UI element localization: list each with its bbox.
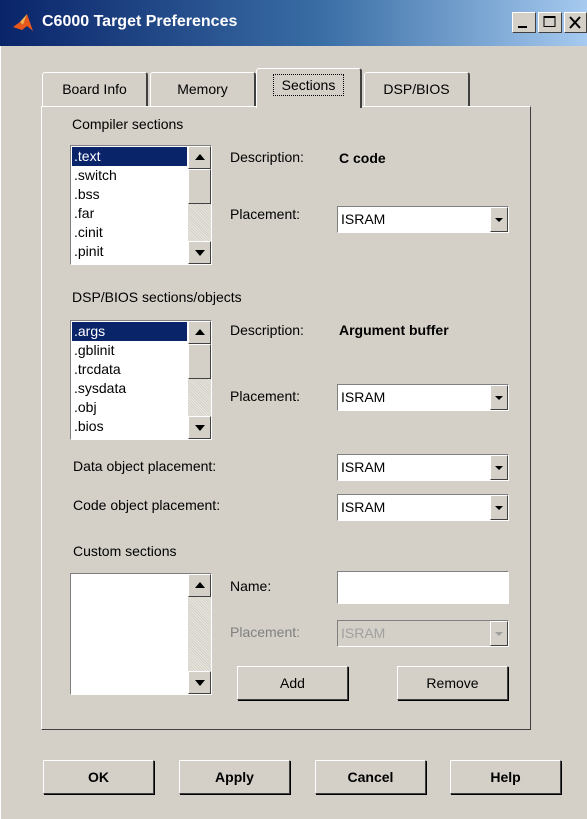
- window-title: C6000 Target Preferences: [42, 13, 238, 30]
- close-button[interactable]: [564, 12, 587, 33]
- minimize-button[interactable]: [512, 12, 536, 33]
- ok-button[interactable]: OK: [43, 760, 154, 794]
- window-frame: [0, 46, 4, 819]
- maximize-icon: [543, 16, 556, 27]
- ok-button-label: OK: [88, 769, 109, 785]
- maximize-button[interactable]: [538, 12, 562, 33]
- help-button[interactable]: Help: [450, 760, 561, 794]
- tab-label: Sections: [272, 74, 345, 96]
- tab-label: Board Info: [62, 81, 127, 97]
- minimize-icon: [518, 26, 527, 28]
- apply-button[interactable]: Apply: [179, 760, 290, 794]
- apply-button-label: Apply: [215, 769, 254, 785]
- cancel-button[interactable]: Cancel: [315, 760, 426, 794]
- tab-memory[interactable]: Memory: [150, 72, 256, 106]
- tab-label: DSP/BIOS: [383, 81, 450, 97]
- title-bar: C6000 Target Preferences: [0, 0, 587, 46]
- close-icon: [569, 16, 581, 29]
- help-button-label: Help: [490, 769, 521, 785]
- sections-panel: [41, 106, 531, 730]
- tab-dsp-bios[interactable]: DSP/BIOS: [364, 72, 470, 106]
- tab-board-info[interactable]: Board Info: [42, 72, 148, 106]
- tab-sections[interactable]: Sections: [256, 68, 362, 108]
- tab-label: Memory: [177, 81, 228, 97]
- matlab-logo-icon: [13, 14, 33, 31]
- cancel-button-label: Cancel: [347, 769, 394, 785]
